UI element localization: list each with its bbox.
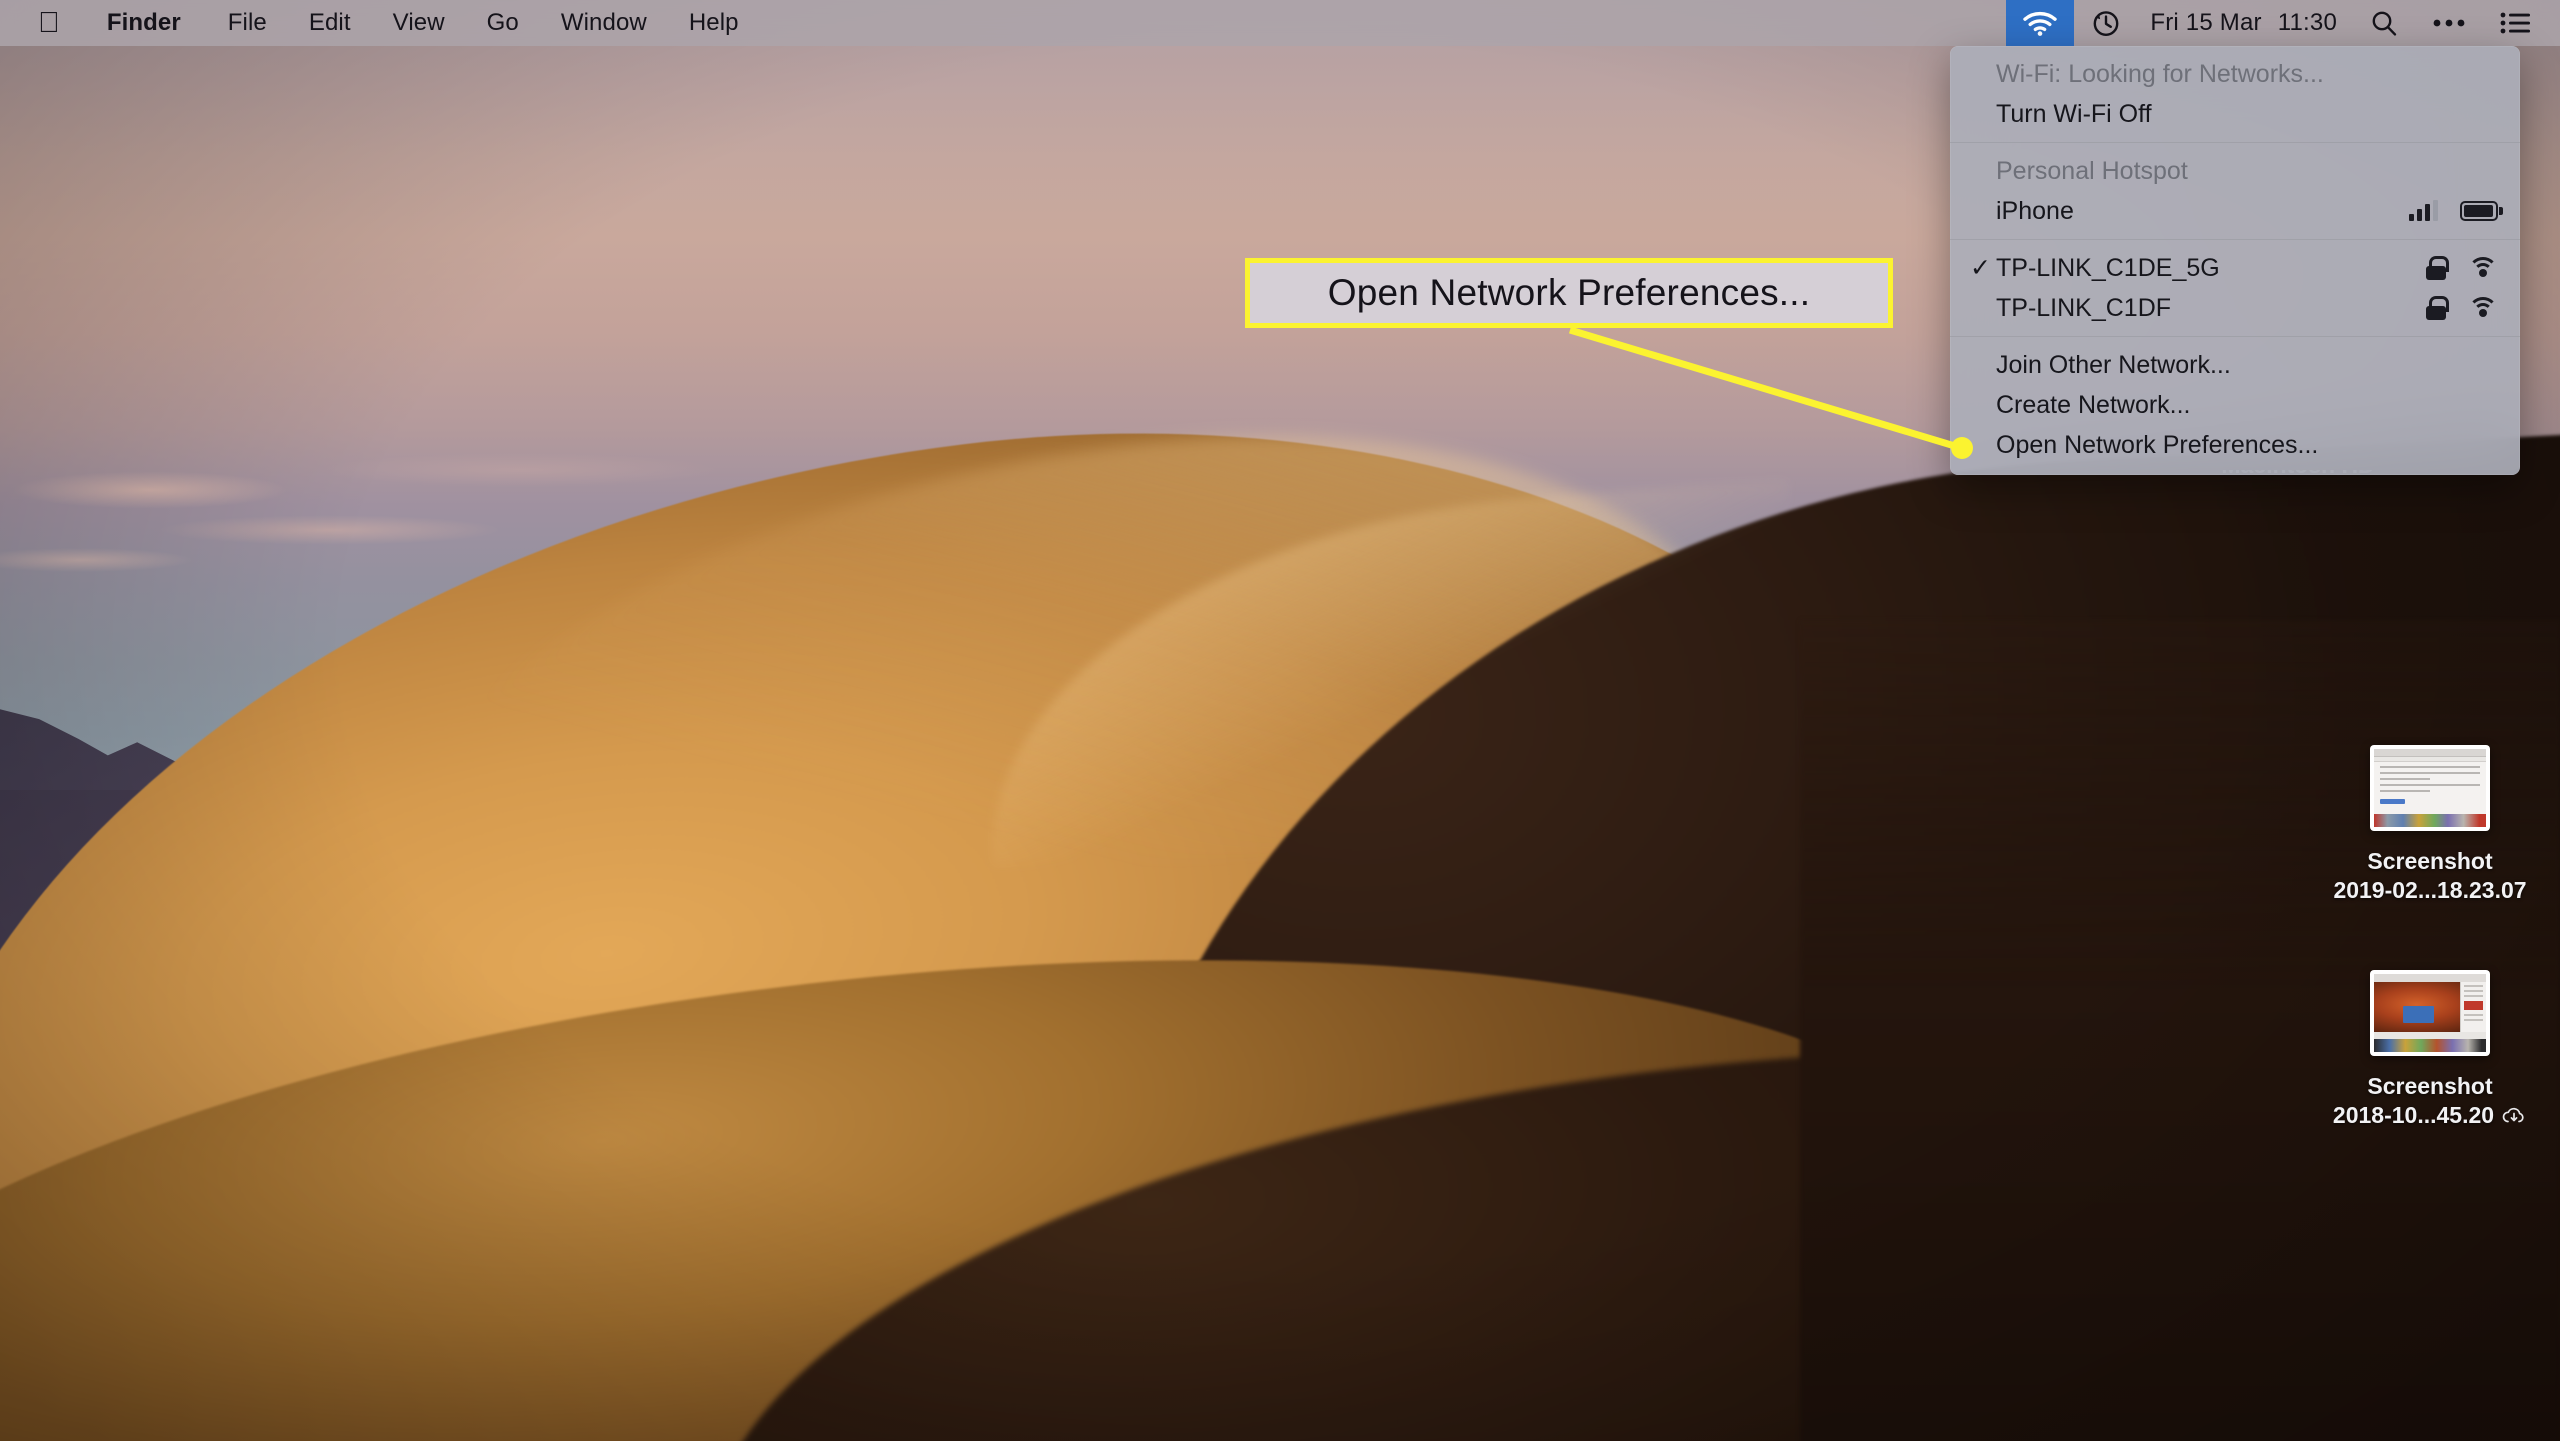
annotation-callout-box: Open Network Preferences...: [1245, 258, 1893, 328]
wifi-signal-icon: [2468, 296, 2498, 320]
network-row-tp-link-c1de-5g[interactable]: ✓ TP-LINK_C1DE_5G: [1950, 248, 2520, 288]
menu-bar-clock[interactable]: Fri 15 Mar 11:30: [2138, 9, 2353, 37]
network-1-checkmark: ✓: [1970, 254, 1991, 282]
hotspot-device-row-iphone[interactable]: iPhone: [1950, 191, 2520, 231]
notification-center-list-icon[interactable]: [2483, 0, 2560, 46]
time-machine-icon[interactable]: [2074, 0, 2138, 46]
wifi-status-icon[interactable]: [2006, 0, 2075, 46]
wifi-toggle-label: Turn Wi-Fi Off: [1996, 99, 2152, 128]
desktop-icon-screenshot-2[interactable]: Screenshot 2018-10...45.20: [2315, 970, 2545, 1130]
siri-ellipsis-icon[interactable]: [2415, 0, 2483, 46]
clock-date: Fri 15 Mar: [2150, 9, 2262, 36]
screenshot-1-thumbnail: [2370, 745, 2490, 831]
menu-action-join-other-network[interactable]: Join Other Network...: [1950, 345, 2520, 385]
menu-bar-status-items: Fri 15 Mar 11:30: [2006, 0, 2560, 46]
menu-item-finder[interactable]: Finder: [83, 0, 207, 46]
signal-bars-icon: [2409, 200, 2438, 221]
menu-item-go[interactable]: Go: [466, 0, 540, 46]
wifi-status-row: Wi-Fi: Looking for Networks...: [1950, 54, 2520, 94]
lock-icon: [2426, 296, 2449, 320]
search-icon[interactable]: [2353, 0, 2415, 46]
screenshot-2-label: Screenshot 2018-10...45.20: [2315, 1072, 2545, 1130]
menu-bar:  Finder File Edit View Go Window Help F…: [0, 0, 2560, 46]
menu-separator-2: [1950, 239, 2520, 240]
menu-item-file[interactable]: File: [207, 0, 288, 46]
open-network-preferences-label: Open Network Preferences...: [1996, 430, 2319, 459]
screenshot-2-title: Screenshot: [2367, 1073, 2493, 1099]
screenshot-2-thumbnail: [2370, 970, 2490, 1056]
network-1-name: TP-LINK_C1DE_5G: [1996, 253, 2220, 282]
screenshot-2-subtitle: 2018-10...45.20: [2332, 1101, 2495, 1128]
menu-action-create-network[interactable]: Create Network...: [1950, 385, 2520, 425]
clock-time: 11:30: [2277, 9, 2337, 36]
battery-icon: [2460, 201, 2503, 221]
network-2-name: TP-LINK_C1DF: [1996, 293, 2172, 322]
network-1-icons: [2426, 256, 2498, 280]
join-other-network-label: Join Other Network...: [1996, 350, 2231, 379]
menu-item-help[interactable]: Help: [668, 0, 760, 46]
menu-item-window[interactable]: Window: [540, 0, 668, 46]
menu-separator-1: [1950, 142, 2520, 143]
lock-icon: [2426, 256, 2449, 280]
hotspot-device-label: iPhone: [1996, 196, 2074, 225]
screenshot-1-title: Screenshot: [2367, 848, 2493, 874]
network-2-icons: [2426, 296, 2498, 320]
personal-hotspot-header: Personal Hotspot: [1996, 156, 2188, 185]
personal-hotspot-header-row: Personal Hotspot: [1950, 151, 2520, 191]
menu-separator-3: [1950, 336, 2520, 337]
iphone-status-icons: [2409, 200, 2503, 221]
wifi-dropdown-menu: Wi-Fi: Looking for Networks... Turn Wi-F…: [1950, 46, 2520, 475]
menu-bar-app-menus:  Finder File Edit View Go Window Help: [0, 0, 760, 46]
desktop-icon-screenshot-1[interactable]: Screenshot 2019-02...18.23.07: [2315, 745, 2545, 905]
network-row-tp-link-c1df[interactable]: TP-LINK_C1DF: [1950, 288, 2520, 328]
menu-action-open-network-preferences[interactable]: Open Network Preferences...: [1950, 425, 2520, 465]
menu-item-edit[interactable]: Edit: [288, 0, 372, 46]
annotation-callout-text: Open Network Preferences...: [1327, 272, 1811, 313]
wifi-toggle-row[interactable]: Turn Wi-Fi Off: [1950, 94, 2520, 134]
screenshot-1-label: Screenshot 2019-02...18.23.07: [2315, 847, 2545, 905]
wifi-signal-icon: [2468, 256, 2498, 280]
menu-item-view[interactable]: View: [372, 0, 466, 46]
cloud-download-icon: [2502, 1108, 2524, 1123]
create-network-label: Create Network...: [1996, 390, 2191, 419]
apple-menu-icon[interactable]: : [0, 0, 83, 46]
wifi-status-label: Wi-Fi: Looking for Networks...: [1996, 59, 2324, 88]
screenshot-1-subtitle: 2019-02...18.23.07: [2333, 876, 2527, 903]
